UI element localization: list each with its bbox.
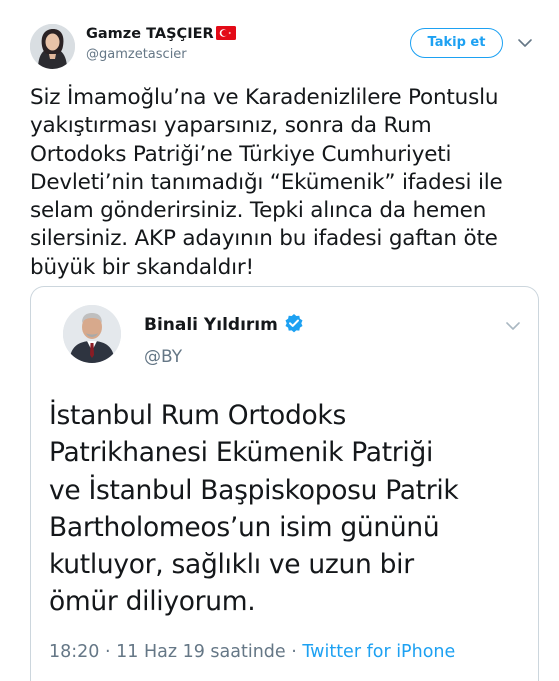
quoted-chevron-down-icon[interactable] [505, 317, 521, 330]
follow-button[interactable]: Takip et [410, 28, 503, 58]
quoted-author-avatar[interactable] [63, 305, 121, 363]
quoted-author-avatar-photo [63, 305, 121, 363]
quoted-author-handle[interactable]: @BY [144, 347, 182, 367]
quoted-text-line: kutluyor, sağlıklı ve uzun bir [49, 549, 414, 581]
quoted-text-line: Bartholomeos’un isim gününü [49, 511, 440, 543]
tweet-text: Siz İmamoğlu’na ve Karadenizlilere Pontu… [30, 84, 530, 282]
tweet-text-line: yakıştırması yaparsınız, sonra da Rum [30, 113, 432, 139]
chevron-down-icon[interactable] [516, 35, 534, 49]
author-handle[interactable]: @gamzetascier [86, 47, 236, 62]
quoted-author-name-text[interactable]: Binali Yıldırım [144, 315, 278, 335]
author-avatar-photo [30, 24, 75, 69]
turkey-flag-icon [215, 26, 236, 44]
quoted-text-line: ve İstanbul Başpiskoposu Patrik [49, 474, 459, 506]
quoted-text-line: Patrikhanesi Ekümenik Patriği [49, 437, 434, 469]
tweet-text-line: selam gönderirsiniz. Tepki alınca da hem… [30, 198, 487, 224]
tweet-text-line: Siz İmamoğlu’na ve Karadenizlilere Pontu… [30, 85, 499, 110]
tweet-text-line: silersiniz. AKP adayının bu ifadesi gaft… [30, 226, 498, 252]
quoted-text-line: ömür diliyorum. [49, 586, 256, 618]
tweet-text-line: büyük bir skandaldır! [30, 254, 254, 280]
tweet-header: Gamze TAŞÇIER @gamzetascier Takip et [30, 24, 540, 70]
quoted-author-name[interactable]: Binali Yıldırım [144, 313, 304, 338]
author-display-name[interactable]: Gamze TAŞÇIER [86, 26, 236, 44]
tweet-text-line: Ortodoks Patriği’ne Türkiye Cumhuriyeti [30, 141, 452, 167]
quoted-tweet-card[interactable]: Binali Yıldırım @BY İstanbul Rum Ortodok… [30, 286, 539, 681]
quoted-timestamp[interactable]: 18:20 · 11 Haz 19 saatinde · [49, 642, 302, 662]
quoted-tweet-text: İstanbul Rum Ortodoks Patrikhanesi Eküme… [49, 397, 529, 621]
verified-badge-icon [284, 313, 304, 338]
quoted-source-link[interactable]: Twitter for iPhone [302, 642, 455, 662]
quoted-text-line: İstanbul Rum Ortodoks [49, 400, 346, 431]
tweet-text-line: Devleti’nin tanımadığı “Ekümenik” ifades… [30, 169, 503, 195]
author-name-text[interactable]: Gamze TAŞÇIER [86, 26, 214, 42]
quoted-tweet-meta: 18:20 · 11 Haz 19 saatinde · Twitter for… [49, 642, 455, 662]
author-avatar[interactable] [30, 24, 75, 69]
author-info: Gamze TAŞÇIER @gamzetascier [86, 26, 236, 62]
